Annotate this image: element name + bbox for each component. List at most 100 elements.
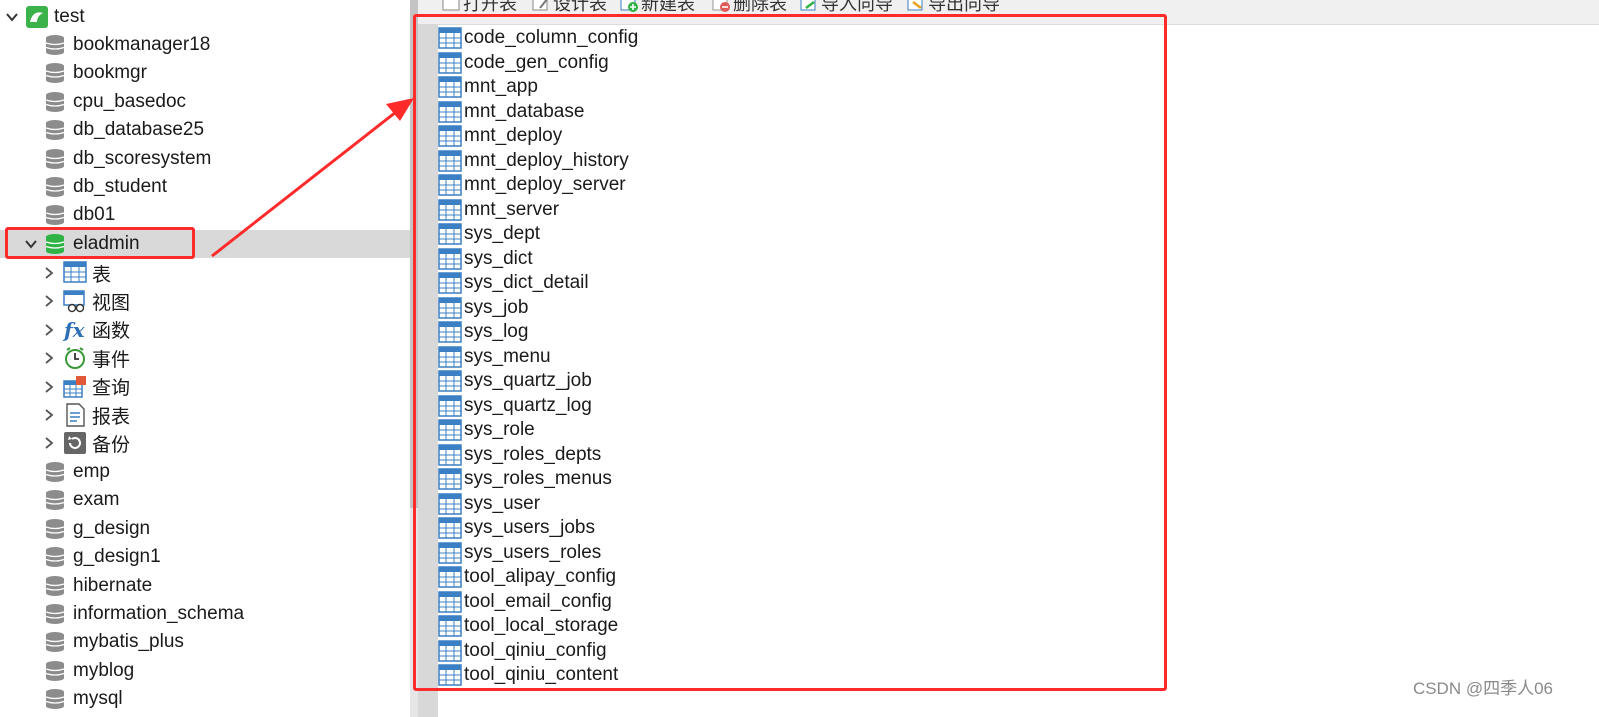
toolbar-button-export-wizard[interactable]: 导出向导 xyxy=(907,0,1000,15)
table-icon xyxy=(438,247,462,272)
tree-object-group[interactable]: 视图 xyxy=(0,287,410,315)
tree-object-group[interactable]: 表 xyxy=(0,259,410,287)
chevron-right-icon[interactable] xyxy=(42,266,56,280)
tree-object-group[interactable]: 报表 xyxy=(0,401,410,429)
table-list-item[interactable]: mnt_server xyxy=(438,198,1138,222)
chevron-right-icon[interactable] xyxy=(42,408,56,422)
table-name: mnt_deploy_server xyxy=(464,174,626,195)
database-icon-active xyxy=(43,232,67,256)
table-list-item[interactable]: sys_roles_menus xyxy=(438,467,1138,491)
table-name: sys_roles_depts xyxy=(464,443,602,465)
table-list-item[interactable]: tool_local_storage xyxy=(438,614,1138,638)
toolbar-button-new-table[interactable]: 新建表 xyxy=(620,0,695,15)
tree-database-item[interactable]: emp xyxy=(0,458,410,486)
chevron-down-icon[interactable] xyxy=(5,10,19,24)
navigation-tree: test bookmanager18 bookmgr cpu_basedoc db_d… xyxy=(0,0,410,717)
table-name: tool_local_storage xyxy=(464,615,619,636)
table-list-item[interactable]: sys_quartz_log xyxy=(438,394,1138,418)
tree-label: db_student xyxy=(73,176,168,197)
table-list-item[interactable]: code_column_config xyxy=(438,26,1138,50)
delete-table-icon xyxy=(712,0,733,12)
chevron-right-icon[interactable] xyxy=(42,436,56,450)
toolbar-button-label: 导出向导 xyxy=(928,0,1000,14)
table-list-item[interactable]: sys_user xyxy=(438,492,1138,516)
tree-database-item[interactable]: g_design1 xyxy=(0,543,410,571)
database-icon xyxy=(43,147,67,171)
tree-database-item[interactable]: information_schema xyxy=(0,600,410,628)
tree-label: eladmin xyxy=(73,233,140,254)
table-list-item[interactable]: sys_job xyxy=(438,296,1138,320)
tree-database-item[interactable]: mybatis_plus xyxy=(0,628,410,656)
table-list-item[interactable]: tool_email_config xyxy=(438,590,1138,614)
export-wizard-icon xyxy=(907,0,928,12)
tree-database-item[interactable]: db_student xyxy=(0,173,410,201)
table-list-item[interactable]: mnt_deploy_history xyxy=(438,149,1138,173)
table-list-item[interactable]: sys_roles_depts xyxy=(438,443,1138,467)
table-list-item[interactable]: sys_users_roles xyxy=(438,541,1138,565)
tree-database-item[interactable]: myblog xyxy=(0,657,410,685)
table-list-item[interactable]: sys_users_jobs xyxy=(438,516,1138,540)
table-list-item[interactable]: sys_menu xyxy=(438,345,1138,369)
tree-database-item[interactable]: exam xyxy=(0,486,410,514)
database-icon xyxy=(43,460,67,484)
chevron-right-icon[interactable] xyxy=(42,351,56,365)
table-list-item[interactable]: sys_dict xyxy=(438,247,1138,271)
toolbar-button-label: 导入向导 xyxy=(821,0,893,14)
table-icon xyxy=(438,517,462,541)
tree-database-item[interactable]: bookmanager18 xyxy=(0,31,410,59)
table-name: tool_qiniu_content xyxy=(464,664,619,685)
table-name: mnt_database xyxy=(464,100,585,122)
tree-label: mysql xyxy=(73,688,123,710)
table-list-item[interactable]: sys_log xyxy=(438,320,1138,344)
table-list-item[interactable]: sys_quartz_job xyxy=(438,369,1138,393)
table-icon xyxy=(438,370,462,394)
table-list-item[interactable]: sys_dict_detail xyxy=(438,271,1138,295)
tree-label: 视图 xyxy=(92,292,131,314)
tree-object-group[interactable]: 备份 xyxy=(0,429,410,457)
query-icon xyxy=(63,375,87,399)
table-list-item[interactable]: tool_qiniu_content xyxy=(438,663,1138,687)
chevron-right-icon[interactable] xyxy=(42,380,56,394)
table-list-item[interactable]: sys_dept xyxy=(438,222,1138,246)
table-list-item[interactable]: mnt_deploy_server xyxy=(438,173,1138,197)
table-list-item[interactable]: mnt_app xyxy=(438,75,1138,99)
chevron-right-icon[interactable] xyxy=(42,294,56,308)
tree-object-group[interactable]: 查询 xyxy=(0,373,410,401)
chevron-right-icon[interactable] xyxy=(42,323,56,337)
tree-label: test xyxy=(54,6,85,27)
tree-connection-test[interactable]: test xyxy=(0,3,410,31)
tree-database-item[interactable]: db_database25 xyxy=(0,116,410,144)
table-list-item[interactable]: code_gen_config xyxy=(438,51,1138,75)
table-list-item[interactable]: tool_alipay_config xyxy=(438,565,1138,589)
toolbar-button-import-wizard[interactable]: 导入向导 xyxy=(800,0,893,15)
tree-label: db_database25 xyxy=(73,119,205,141)
tree-database-item[interactable]: g_design xyxy=(0,515,410,543)
toolbar-button-open-table[interactable]: 打开表 xyxy=(442,0,517,15)
toolbar-button-design-table[interactable]: 设计表 xyxy=(532,0,607,15)
table-list-item[interactable]: sys_role xyxy=(438,418,1138,442)
tree-database-item[interactable]: cpu_basedoc xyxy=(0,88,410,116)
open-table-icon xyxy=(442,0,463,12)
tree-database-item[interactable]: mysql xyxy=(0,685,410,713)
table-list-item[interactable]: tool_qiniu_config xyxy=(438,639,1138,663)
toolbar-button-label: 设计表 xyxy=(553,0,607,14)
table-list-item[interactable]: mnt_deploy xyxy=(438,124,1138,148)
tree-database-item[interactable]: bookmgr xyxy=(0,59,410,87)
tree-object-group[interactable]: 事件 xyxy=(0,344,410,372)
tree-label: myblog xyxy=(73,659,135,681)
watermark: CSDN @四季人06 xyxy=(1412,679,1553,698)
table-list-item[interactable]: mnt_database xyxy=(438,100,1138,124)
database-icon xyxy=(43,90,67,114)
tree-database-item[interactable]: db_scoresystem xyxy=(0,145,410,173)
tree-database-item[interactable]: hibernate xyxy=(0,572,410,600)
table-name: tool_alipay_config xyxy=(464,566,617,587)
chevron-down-icon[interactable] xyxy=(24,237,38,251)
tree-scrollbar[interactable] xyxy=(410,0,418,717)
tree-database-item[interactable]: db01 xyxy=(0,201,410,229)
tree-object-group[interactable]: fx 函数 xyxy=(0,316,410,344)
scrollbar-thumb[interactable] xyxy=(410,0,418,508)
tree-database-eladmin[interactable]: eladmin xyxy=(0,230,410,258)
table-icon xyxy=(438,590,462,615)
table-icon xyxy=(438,296,462,321)
toolbar-button-delete-table[interactable]: 删除表 xyxy=(712,0,787,15)
